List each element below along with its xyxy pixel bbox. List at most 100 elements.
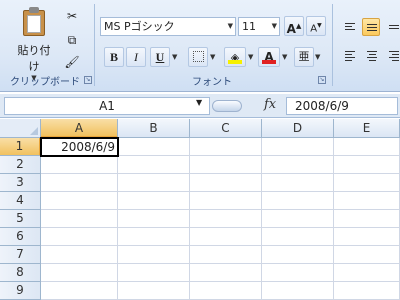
cell-a3[interactable] — [41, 174, 118, 192]
cell-e1[interactable] — [334, 138, 400, 156]
cell-b4[interactable] — [118, 192, 190, 210]
cell-b7[interactable] — [118, 246, 190, 264]
formula-input[interactable]: 2008/6/9 — [286, 97, 398, 115]
cell-a5[interactable] — [41, 210, 118, 228]
chevron-down-icon[interactable]: ▼ — [228, 18, 233, 35]
align-bottom-button[interactable] — [384, 18, 400, 36]
cell-a6[interactable] — [41, 228, 118, 246]
paste-button[interactable]: 貼り付け ▼ — [14, 6, 54, 82]
cell-d1[interactable] — [262, 138, 334, 156]
chevron-down-icon[interactable]: ▼ — [272, 18, 277, 35]
row-header-5[interactable]: 5 — [0, 210, 41, 228]
cell-c1[interactable] — [190, 138, 262, 156]
cell-a4[interactable] — [41, 192, 118, 210]
column-header-a[interactable]: A — [41, 119, 118, 138]
cell-a9[interactable] — [41, 282, 118, 300]
cell-e6[interactable] — [334, 228, 400, 246]
clipboard-group-label: クリップボード — [10, 77, 80, 88]
font-size-combo[interactable]: 11 ▼ — [238, 17, 280, 36]
cell-b3[interactable] — [118, 174, 190, 192]
font-color-dropdown-icon[interactable]: ▼ — [282, 53, 287, 61]
cell-b9[interactable] — [118, 282, 190, 300]
cell-c6[interactable] — [190, 228, 262, 246]
cell-e8[interactable] — [334, 264, 400, 282]
italic-button[interactable]: I — [126, 47, 146, 67]
row-header-9[interactable]: 9 — [0, 282, 41, 300]
cell-c7[interactable] — [190, 246, 262, 264]
row-header-1[interactable]: 1 — [0, 138, 41, 156]
cell-a8[interactable] — [41, 264, 118, 282]
cell-e5[interactable] — [334, 210, 400, 228]
font-name-combo[interactable]: MS Pゴシック ▼ — [100, 17, 236, 36]
row-header-7[interactable]: 7 — [0, 246, 41, 264]
cell-e9[interactable] — [334, 282, 400, 300]
row-header-3[interactable]: 3 — [0, 174, 41, 192]
align-right-button[interactable] — [384, 46, 400, 64]
cell-a1[interactable]: 2008/6/9 — [40, 137, 119, 157]
cell-d8[interactable] — [262, 264, 334, 282]
column-header-d[interactable]: D — [262, 119, 334, 138]
worksheet-grid[interactable]: A B C D E 1 2 3 4 5 6 7 8 9 2008/6/9 — [0, 119, 400, 300]
cell-c9[interactable] — [190, 282, 262, 300]
cell-b8[interactable] — [118, 264, 190, 282]
cell-c5[interactable] — [190, 210, 262, 228]
cell-a7[interactable] — [41, 246, 118, 264]
fill-color-button[interactable]: ◈ — [224, 47, 246, 67]
row-header-8[interactable]: 8 — [0, 264, 41, 282]
align-top-button[interactable] — [340, 18, 358, 36]
row-header-4[interactable]: 4 — [0, 192, 41, 210]
align-center-button[interactable] — [362, 46, 380, 64]
fill-color-bar — [228, 60, 242, 64]
cell-d7[interactable] — [262, 246, 334, 264]
formula-bar: A1 ▼ fx 2008/6/9 — [0, 94, 400, 118]
cell-b5[interactable] — [118, 210, 190, 228]
cell-b1[interactable] — [118, 138, 190, 156]
cell-c2[interactable] — [190, 156, 262, 174]
clipboard-dialog-launcher[interactable]: ↘ — [84, 76, 92, 84]
cell-b6[interactable] — [118, 228, 190, 246]
bold-button[interactable]: B — [104, 47, 124, 67]
cell-e7[interactable] — [334, 246, 400, 264]
insert-function-icon[interactable]: fx — [264, 97, 276, 112]
copy-icon[interactable]: ⧉ — [64, 32, 80, 48]
font-size-value: 11 — [242, 20, 256, 33]
cell-d4[interactable] — [262, 192, 334, 210]
cell-e3[interactable] — [334, 174, 400, 192]
row-header-2[interactable]: 2 — [0, 156, 41, 174]
grow-font-button[interactable]: A▲ — [284, 16, 304, 36]
name-box[interactable]: A1 — [4, 97, 210, 115]
shrink-font-button[interactable]: A▼ — [306, 16, 326, 36]
select-all-button[interactable] — [0, 119, 41, 138]
format-painter-icon[interactable]: 🖌 — [64, 54, 80, 70]
cell-b2[interactable] — [118, 156, 190, 174]
borders-button[interactable] — [188, 47, 208, 67]
underline-button[interactable]: U — [150, 47, 170, 67]
cell-c3[interactable] — [190, 174, 262, 192]
cell-e4[interactable] — [334, 192, 400, 210]
column-header-b[interactable]: B — [118, 119, 190, 138]
cut-icon[interactable]: ✂ — [64, 8, 80, 24]
cell-c4[interactable] — [190, 192, 262, 210]
fill-color-dropdown-icon[interactable]: ▼ — [248, 53, 253, 61]
phonetic-dropdown-icon[interactable]: ▼ — [315, 53, 320, 61]
name-box-dropdown-icon[interactable]: ▼ — [196, 96, 202, 110]
formula-bar-splitter[interactable] — [212, 100, 242, 112]
font-dialog-launcher[interactable]: ↘ — [318, 76, 326, 84]
cell-d3[interactable] — [262, 174, 334, 192]
cell-c8[interactable] — [190, 264, 262, 282]
cell-d9[interactable] — [262, 282, 334, 300]
cell-e2[interactable] — [334, 156, 400, 174]
align-middle-button[interactable] — [362, 18, 380, 36]
row-header-6[interactable]: 6 — [0, 228, 41, 246]
cell-a2[interactable] — [41, 156, 118, 174]
borders-dropdown-icon[interactable]: ▼ — [210, 53, 215, 61]
underline-dropdown-icon[interactable]: ▼ — [172, 53, 177, 61]
cell-d5[interactable] — [262, 210, 334, 228]
cell-d6[interactable] — [262, 228, 334, 246]
font-color-button[interactable]: A — [258, 47, 280, 67]
align-left-button[interactable] — [340, 46, 358, 64]
cell-d2[interactable] — [262, 156, 334, 174]
column-header-c[interactable]: C — [190, 119, 262, 138]
phonetic-button[interactable]: 亜 — [294, 47, 314, 67]
column-header-e[interactable]: E — [334, 119, 400, 138]
